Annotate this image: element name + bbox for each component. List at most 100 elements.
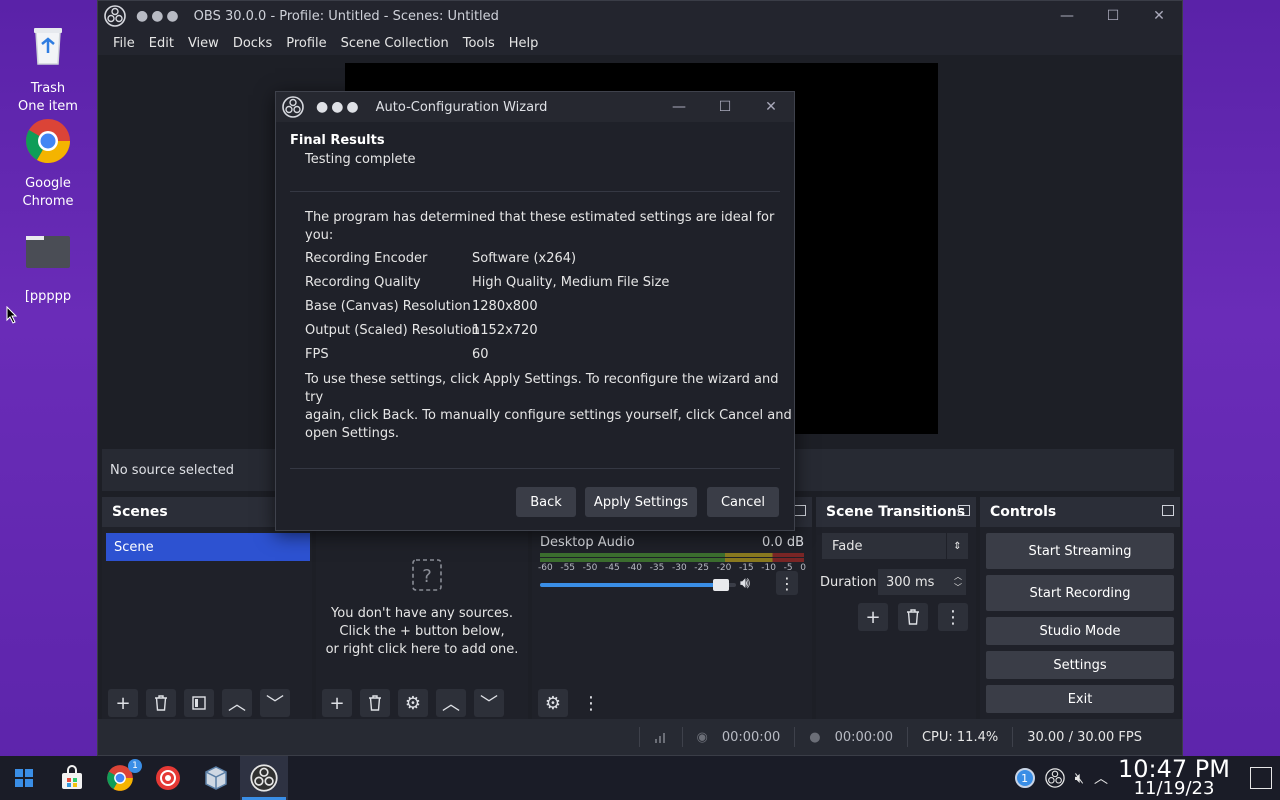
dialog-maximize-button[interactable]: ☐ (702, 92, 748, 122)
menu-edit[interactable]: Edit (142, 36, 181, 51)
obs-logo-icon (282, 96, 304, 118)
remove-source-button[interactable] (360, 689, 390, 717)
volume-slider-track[interactable] (540, 579, 736, 591)
volume-muted-icon[interactable]: 🔇︎ (1075, 769, 1084, 787)
settings-button[interactable]: Settings (986, 651, 1174, 679)
start-recording-button[interactable]: Start Recording (986, 575, 1174, 611)
mixer-advanced-settings-button[interactable]: ⚙ (538, 689, 568, 717)
cancel-button[interactable]: Cancel (707, 487, 779, 517)
apply-settings-button[interactable]: Apply Settings (585, 487, 697, 517)
dock-float-icon[interactable] (794, 505, 806, 516)
window-menu-dots-icon[interactable]: ●●● (136, 8, 182, 24)
dock-float-icon[interactable] (1162, 505, 1174, 516)
window-menu-dots-icon[interactable]: ●●● (316, 99, 362, 115)
tray-update-badge[interactable]: 1 (1014, 768, 1035, 788)
start-streaming-button[interactable]: Start Streaming (986, 533, 1174, 569)
remove-transition-button[interactable] (898, 603, 928, 631)
scenes-title: Scenes (112, 504, 168, 520)
record-app-icon (156, 766, 180, 790)
taskbar-store[interactable] (48, 756, 96, 800)
help-line1: To use these settings, click Apply Setti… (305, 372, 779, 405)
trash-icon (155, 695, 167, 711)
scale-tick: -20 (716, 563, 732, 573)
testing-status: Testing complete (305, 152, 416, 167)
cpu-usage: CPU: 11.4% (921, 729, 999, 745)
back-button[interactable]: Back (516, 487, 576, 517)
help-line2: again, click Back. To manually configure… (305, 408, 792, 423)
desktop-icon-sublabel: Chrome (22, 194, 74, 209)
menu-profile[interactable]: Profile (279, 36, 333, 51)
obs-titlebar: ●●● OBS 30.0.0 - Profile: Untitled - Sce… (98, 1, 1182, 31)
sources-list[interactable]: ? You don't have any sources. Click the … (316, 527, 528, 721)
remove-scene-button[interactable] (146, 689, 176, 717)
add-transition-button[interactable]: + (858, 603, 888, 631)
mixer-menu-button[interactable]: ⋮ (576, 689, 606, 717)
menu-file[interactable]: File (106, 36, 142, 51)
duration-spinbox[interactable]: 300 ms ︿ ﹀ (878, 569, 966, 595)
dialog-close-button[interactable]: ✕ (748, 92, 794, 122)
add-scene-button[interactable]: + (108, 689, 138, 717)
svg-text:?: ? (422, 566, 432, 587)
taskbar-chrome[interactable]: 1 (96, 756, 144, 800)
menu-help[interactable]: Help (502, 36, 546, 51)
dialog-minimize-button[interactable]: — (656, 92, 702, 122)
desktop-icon-trash[interactable]: Trash One item (3, 22, 93, 116)
plus-icon: + (115, 692, 131, 714)
speaker-icon[interactable]: 🔊︎ (740, 573, 750, 593)
taskbar-obs[interactable] (240, 756, 288, 800)
scene-move-down-button[interactable]: ﹀ (260, 689, 290, 717)
trash-icon (369, 695, 381, 711)
source-move-down-button[interactable]: ﹀ (474, 689, 504, 717)
scene-list-item[interactable]: Scene (106, 533, 310, 561)
transition-menu-button[interactable]: ⋮ (938, 603, 968, 631)
scene-filters-button[interactable] (184, 689, 214, 717)
results-intro-line1: The program has determined that these es… (305, 210, 775, 225)
menu-docks[interactable]: Docks (226, 36, 279, 51)
obs-tray-icon[interactable] (1044, 768, 1065, 788)
sources-empty-line2: Click the + button below, (339, 624, 505, 639)
source-move-up-button[interactable]: ︿ (436, 689, 466, 717)
scale-tick: -45 (604, 563, 620, 573)
menu-scene-collection[interactable]: Scene Collection (334, 36, 456, 51)
scene-move-up-button[interactable]: ︿ (222, 689, 252, 717)
studio-mode-button[interactable]: Studio Mode (986, 617, 1174, 645)
trash-icon (34, 28, 62, 65)
question-mark-icon: ? (412, 559, 442, 591)
plus-icon: + (865, 606, 881, 628)
volume-meter-scale: -60 -55 -50 -45 -40 -35 -30 -25 -20 -15 … (538, 563, 806, 575)
maximize-button[interactable]: ☐ (1090, 1, 1136, 31)
clock[interactable]: 10:47 PM 11/19/23 (1118, 757, 1230, 798)
windows-start-icon (15, 769, 33, 787)
menu-tools[interactable]: Tools (456, 36, 502, 51)
chevron-up-icon[interactable]: ︿ (1094, 768, 1108, 788)
desktop-icon-folder[interactable]: [ppppp (3, 230, 93, 306)
fps-value: 60 (472, 347, 489, 362)
desktop-icon-chrome[interactable]: Google Chrome (3, 117, 93, 211)
source-properties-button[interactable]: ⚙ (398, 689, 428, 717)
volume-slider-handle[interactable] (713, 579, 729, 591)
spin-arrows-icon[interactable]: ︿ ﹀ (954, 571, 962, 593)
gear-icon: ⚙ (404, 692, 422, 714)
dock-float-icon[interactable] (958, 505, 970, 516)
desktop-icon-sublabel: One item (18, 99, 78, 114)
taskbar-record-app[interactable] (144, 756, 192, 800)
volume-meter-2 (540, 558, 804, 562)
minimize-button[interactable]: — (1044, 1, 1090, 31)
exit-button[interactable]: Exit (986, 685, 1174, 713)
plus-icon: + (329, 692, 345, 714)
transition-select[interactable]: Fade ⇕ (822, 533, 968, 559)
trash-icon (907, 609, 919, 625)
scene-transitions-dock: Scene Transitions Fade ⇕ Duration 300 ms… (816, 497, 976, 721)
taskbar-virtualbox[interactable] (192, 756, 240, 800)
volume-slider-fill (540, 583, 721, 587)
status-bar: ◉ 00:00:00 ● 00:00:00 CPU: 11.4% 30.00 /… (98, 719, 1182, 755)
close-button[interactable]: ✕ (1136, 1, 1182, 31)
desktop-icon-label: Google (25, 176, 71, 191)
mixer-channel-menu-button[interactable]: ⋮ (776, 571, 798, 595)
dialog-titlebar: ●●● Auto-Configuration Wizard — ☐ ✕ (276, 92, 794, 122)
dialog-title: Auto-Configuration Wizard (375, 99, 548, 115)
notifications-icon[interactable] (1250, 767, 1272, 789)
start-menu-button[interactable] (0, 756, 48, 800)
menu-view[interactable]: View (181, 36, 226, 51)
add-source-button[interactable]: + (322, 689, 352, 717)
